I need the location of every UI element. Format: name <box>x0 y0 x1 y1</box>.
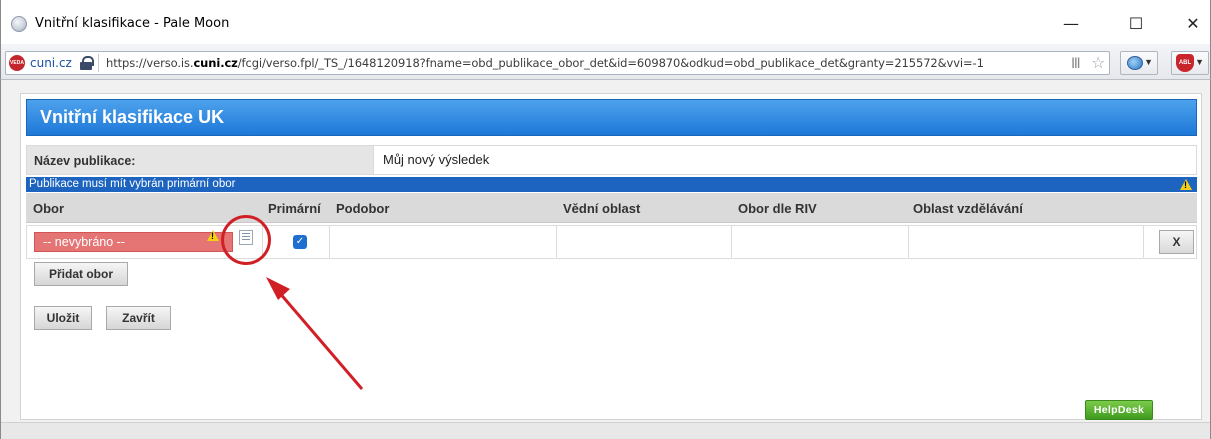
globe-icon <box>1127 56 1143 70</box>
annotation-circle <box>221 215 271 265</box>
url-text[interactable]: https://verso.is.cuni.cz/fcgi/verso.fpl/… <box>106 56 984 70</box>
obor-select[interactable]: -- nevybráno -- <box>34 232 233 252</box>
site-domain[interactable]: cuni.cz <box>30 56 72 70</box>
publication-name-label: Název publikace: <box>26 145 374 175</box>
close-window-button[interactable]: ✕ <box>1173 8 1211 40</box>
url-prefix: https://verso.is. <box>106 56 194 70</box>
url-path: /fcgi/verso.fpl/_TS_/1648120918?fname=ob… <box>237 56 984 70</box>
classification-panel: Vnitřní klasifikace UK Název publikace: … <box>20 93 1202 420</box>
reader-icon[interactable]: Ⅲ <box>1071 55 1081 72</box>
cell-divider <box>731 226 732 258</box>
column-header-primarni: Primární <box>268 201 321 216</box>
save-button[interactable]: Uložit <box>34 306 92 330</box>
primary-checkbox[interactable]: ✓ <box>293 235 307 249</box>
primary-field-alert: Publikace musí mít vybrán primární obor <box>26 177 1197 192</box>
table-row: -- nevybráno -- ✓ X <box>26 225 1197 259</box>
maximize-button[interactable]: ☐ <box>1116 8 1156 40</box>
star-icon[interactable]: ☆ <box>1091 53 1105 73</box>
warning-icon <box>1180 179 1192 190</box>
url-divider <box>98 54 99 72</box>
publication-name-value: Můj nový výsledek <box>374 145 1197 175</box>
page-content: Vnitřní klasifikace UK Název publikace: … <box>0 80 1211 439</box>
cell-divider <box>329 226 330 258</box>
column-header-obor: Obor <box>33 201 65 216</box>
shield-icon: ABL <box>1176 54 1194 72</box>
addon-button-globe[interactable]: ▼ <box>1120 51 1158 75</box>
addon-button-shield[interactable]: ABL ▼ <box>1171 51 1209 75</box>
cell-divider <box>1143 226 1144 258</box>
chevron-down-icon: ▼ <box>1195 57 1204 67</box>
url-bar[interactable]: VEDA cuni.cz https://verso.is.cuni.cz/fc… <box>5 51 1110 75</box>
url-domain: cuni.cz <box>193 56 238 70</box>
cell-divider <box>908 226 909 258</box>
minimize-button[interactable]: — <box>1051 8 1091 40</box>
window-title: Vnitřní klasifikace - Pale Moon <box>35 16 230 31</box>
add-field-button[interactable]: Přidat obor <box>34 262 128 286</box>
status-strip <box>1 422 1210 439</box>
column-header-oblast-vzdelavani: Oblast vzdělávání <box>913 201 1023 216</box>
window-titlebar: Vnitřní klasifikace - Pale Moon — ☐ ✕ <box>0 0 1211 44</box>
fields-table-header: Obor Primární Podobor Vědní oblast Obor … <box>26 193 1197 223</box>
site-identity-icon[interactable]: VEDA <box>9 55 25 71</box>
cell-divider <box>556 226 557 258</box>
pale-moon-icon <box>11 16 27 32</box>
lock-icon[interactable] <box>80 56 94 71</box>
helpdesk-button[interactable]: HelpDesk <box>1085 400 1153 420</box>
close-button[interactable]: Zavřít <box>106 306 171 330</box>
remove-row-button[interactable]: X <box>1159 230 1194 254</box>
warning-icon <box>207 230 219 241</box>
column-header-podobor: Podobor <box>336 201 390 216</box>
chevron-down-icon: ▼ <box>1144 57 1153 67</box>
alert-text: Publikace musí mít vybrán primární obor <box>29 178 236 190</box>
column-header-obor-dle-riv: Obor dle RIV <box>738 201 817 216</box>
browser-toolbar: VEDA cuni.cz https://verso.is.cuni.cz/fc… <box>0 44 1211 80</box>
panel-title: Vnitřní klasifikace UK <box>26 99 1197 136</box>
column-header-vedni-oblast: Vědní oblast <box>563 201 641 216</box>
